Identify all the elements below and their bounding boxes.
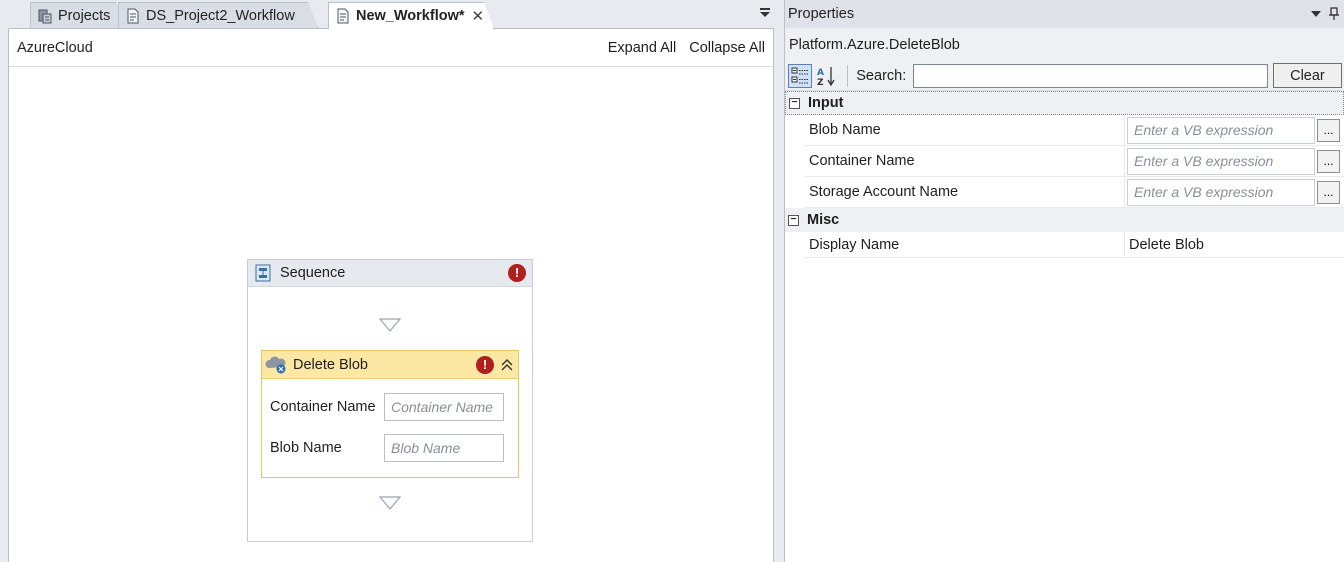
blob-name-input[interactable] [384,434,504,462]
category-label: Misc [807,212,840,228]
azure-cloud-icon [265,356,286,373]
category-input[interactable]: − Input [785,91,1344,115]
category-label: Input [808,95,844,111]
alphabetical-view-button[interactable]: A Z [816,64,840,88]
toolbar-separator [847,64,849,87]
sequence-header[interactable]: Sequence ! [248,260,532,287]
expression-editor-button[interactable]: ... [1317,118,1340,142]
container-name-row: Container Name [270,393,504,421]
sequence-icon [255,264,271,282]
container-name-expression-input[interactable] [1127,147,1315,175]
property-row-blob-name: Blob Name ... [805,115,1344,146]
blob-name-row: Blob Name [270,434,504,462]
search-label: Search: [856,67,907,84]
svg-text:A: A [817,68,824,78]
property-name: Container Name [805,146,1125,176]
canvas-header: AzureCloud Expand All Collapse All [9,29,773,67]
blob-name-label: Blob Name [270,440,342,456]
properties-title: Properties [788,6,855,22]
tab-overflow-icon[interactable] [758,6,772,20]
properties-title-bar: Properties [785,0,1344,28]
drop-target-arrow-icon[interactable] [379,496,401,510]
workflow-file-icon [335,8,351,24]
document-tab-strip: Projects DS_Project2_Workflow New_Workfl… [0,0,776,28]
property-value: ... [1125,146,1344,176]
property-row-container-name: Container Name ... [805,146,1344,177]
property-name: Display Name [805,232,1125,257]
error-icon: ! [476,355,494,374]
close-icon[interactable]: ✕ [472,7,491,25]
canvas-actions: Expand All Collapse All [608,40,765,56]
expression-editor-button[interactable]: ... [1317,180,1340,204]
expression-editor-button[interactable]: ... [1317,149,1340,173]
activity-type-label: Platform.Azure.DeleteBlob [785,28,1344,61]
designer-pane: Projects DS_Project2_Workflow New_Workfl… [0,0,776,562]
categorized-icon [791,67,808,83]
tab-label: DS_Project2_Workflow [146,7,295,24]
error-icon: ! [508,264,526,282]
blob-name-expression-input[interactable] [1127,116,1315,144]
property-value: ... [1125,115,1344,145]
display-name-value[interactable]: Delete Blob [1125,232,1344,257]
category-misc[interactable]: − Misc [785,208,1344,232]
tab-label: New_Workflow* [356,8,465,24]
container-name-input[interactable] [384,393,504,421]
projects-icon [37,8,53,24]
tab-ds-project2-workflow[interactable]: DS_Project2_Workflow [118,2,318,28]
container-name-label: Container Name [270,399,376,415]
collapse-chevron-icon[interactable] [500,358,514,372]
clear-button[interactable]: Clear [1272,63,1342,88]
tab-new-workflow[interactable]: New_Workflow* ✕ [328,2,494,29]
tab-label: Projects [58,7,111,24]
expand-all-link[interactable]: Expand All [608,40,677,56]
collapse-all-link[interactable]: Collapse All [689,40,765,56]
sort-alphabetical-icon: A Z [817,66,836,87]
property-name: Blob Name [805,115,1125,145]
delete-blob-activity[interactable]: Delete Blob ! Container Name Blob Name [261,350,519,478]
drop-target-arrow-icon[interactable] [379,318,401,332]
collapse-toggle-icon[interactable]: − [788,214,799,226]
pin-icon[interactable] [1328,7,1340,21]
delete-blob-header[interactable]: Delete Blob ! [262,351,518,379]
property-row-display-name: Display Name Delete Blob [805,232,1344,258]
search-input[interactable] [913,63,1268,88]
categorized-view-button[interactable] [788,63,812,88]
collapse-toggle-icon[interactable]: − [789,97,800,109]
svg-text:Z: Z [817,78,824,87]
property-value: ... [1125,177,1344,207]
property-row-storage-account-name: Storage Account Name ... [805,177,1344,208]
workflow-file-icon [125,8,141,24]
tab-projects[interactable]: Projects [30,2,126,28]
workflow-canvas[interactable]: AzureCloud Expand All Collapse All Seque… [8,28,774,562]
delete-blob-title: Delete Blob [293,356,368,373]
storage-account-expression-input[interactable] [1127,178,1315,206]
properties-toolbar: A Z Search: Clear [785,61,1344,91]
sequence-activity[interactable]: Sequence ! Delete Blob ! Container Name … [247,259,533,542]
property-name: Storage Account Name [805,177,1125,207]
dropdown-arrow-icon[interactable] [1310,8,1322,20]
sequence-title: Sequence [280,265,346,281]
properties-pane: Properties Platform.Azure.DeleteBlob A Z… [784,0,1344,562]
breadcrumb[interactable]: AzureCloud [17,40,93,56]
